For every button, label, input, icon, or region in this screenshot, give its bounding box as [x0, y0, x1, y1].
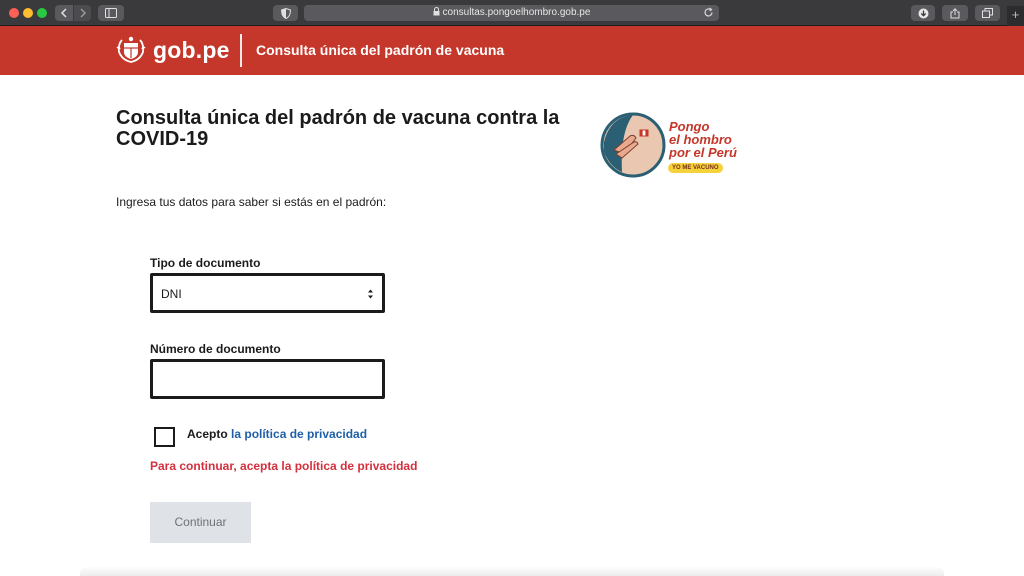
downloads-button[interactable] [911, 5, 935, 21]
campaign-logo-badge: YO ME VACUNO [668, 163, 723, 173]
close-window-button[interactable] [9, 8, 19, 18]
document-number-input[interactable] [150, 359, 385, 399]
privacy-policy-checkbox[interactable] [154, 427, 175, 447]
chevron-left-icon [60, 8, 67, 18]
back-button[interactable] [55, 5, 73, 21]
privacy-policy-label: Acepto la política de privacidad [187, 426, 367, 442]
coat-of-arms-icon[interactable] [116, 36, 146, 64]
privacy-error-message: Para continuar, acepta la política de pr… [150, 459, 418, 473]
share-button[interactable] [942, 5, 968, 21]
brand-logo-text[interactable]: gob.pe [153, 36, 230, 64]
sidebar-icon [105, 8, 117, 18]
page-title: Consulta única del padrón de vacuna cont… [116, 107, 560, 150]
zoom-window-button[interactable] [37, 8, 47, 18]
campaign-logo-text: Pongo el hombro por el Perú [669, 119, 737, 160]
continue-button[interactable]: Continuar [150, 502, 251, 543]
page-card-edge [80, 566, 944, 576]
tabs-icon [982, 8, 993, 18]
vaccinated-shoulder-icon [600, 112, 666, 178]
site-header: gob.pe Consulta única del padrón de vacu… [0, 26, 1024, 75]
privacy-report-button[interactable] [273, 5, 298, 21]
forward-button[interactable] [73, 5, 91, 21]
shield-icon [280, 8, 291, 19]
share-icon [950, 8, 960, 19]
header-title: Consulta única del padrón de vacuna [256, 42, 505, 58]
document-type-value: DNI [161, 287, 182, 301]
document-type-select[interactable]: DNI [150, 273, 385, 313]
minimize-window-button[interactable] [23, 8, 33, 18]
browser-toolbar: consultas.pongoelhombro.gob.pe + [0, 0, 1024, 26]
privacy-policy-link[interactable]: la política de privacidad [231, 427, 367, 441]
lock-icon [433, 7, 440, 16]
url-text: consultas.pongoelhombro.gob.pe [442, 7, 591, 18]
select-arrows-icon [368, 289, 373, 299]
download-icon [918, 8, 928, 19]
header-divider [240, 34, 242, 67]
chevron-right-icon [79, 8, 86, 18]
new-tab-button[interactable]: + [1007, 6, 1024, 26]
intro-text: Ingresa tus datos para saber si estás en… [116, 195, 387, 209]
document-number-label: Número de documento [150, 342, 281, 356]
sidebar-toggle-button[interactable] [98, 5, 124, 21]
tab-overview-button[interactable] [975, 5, 1000, 21]
address-bar[interactable]: consultas.pongoelhombro.gob.pe [304, 5, 719, 21]
document-type-label: Tipo de documento [150, 256, 261, 270]
reload-icon[interactable] [703, 7, 714, 18]
campaign-logo: Pongo el hombro por el Perú YO ME VACUNO [600, 112, 740, 180]
accept-prefix: Acepto [187, 427, 228, 441]
